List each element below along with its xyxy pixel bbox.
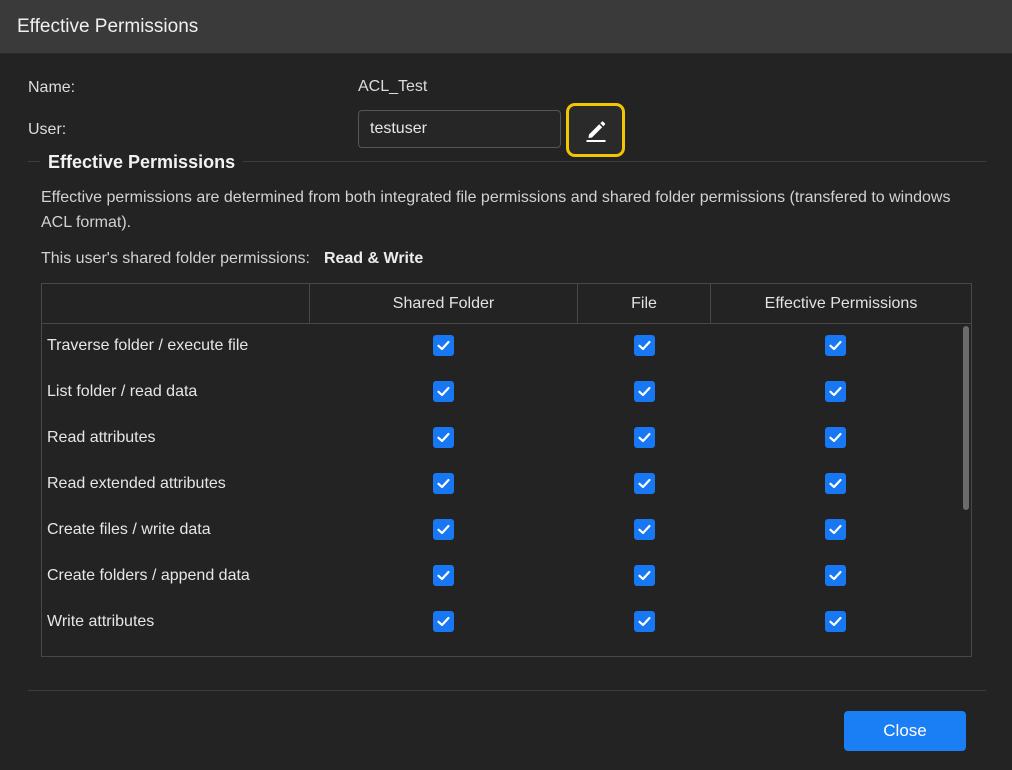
checkmark-icon: [637, 384, 652, 399]
header-shared-folder: Shared Folder: [309, 284, 577, 323]
shared-folder-permissions: This user's shared folder permissions: Re…: [41, 250, 423, 268]
file-checkbox[interactable]: [634, 427, 655, 448]
effective-checkbox[interactable]: [825, 611, 846, 632]
permissions-description: Effective permissions are determined fro…: [41, 189, 951, 231]
permission-label: Write attributes: [47, 613, 155, 630]
permissions-table: Shared Folder File Effective Permissions…: [41, 283, 972, 657]
header-effective-permissions: Effective Permissions: [710, 284, 971, 323]
shared-folder-checkbox[interactable]: [433, 565, 454, 586]
table-row: Traverse folder / execute file: [42, 324, 960, 370]
title-bar: Effective Permissions: [0, 0, 1012, 54]
checkmark-icon: [436, 476, 451, 491]
file-checkbox[interactable]: [634, 519, 655, 540]
section-title: Effective Permissions: [40, 152, 244, 173]
checkmark-icon: [436, 522, 451, 537]
checkmark-icon: [637, 476, 652, 491]
pencil-icon: [586, 121, 605, 142]
footer-divider: [28, 690, 986, 691]
checkmark-icon: [828, 430, 843, 445]
shared-folder-checkbox[interactable]: [433, 473, 454, 494]
file-checkbox[interactable]: [634, 473, 655, 494]
table-scrollbar[interactable]: [961, 324, 971, 656]
close-button[interactable]: Close: [844, 711, 966, 751]
file-checkbox[interactable]: [634, 335, 655, 356]
table-row: List folder / read data: [42, 370, 960, 416]
shared-perm-label: This user's shared folder permissions:: [41, 250, 310, 267]
file-checkbox[interactable]: [634, 381, 655, 402]
checkmark-icon: [828, 614, 843, 629]
shared-folder-checkbox[interactable]: [433, 335, 454, 356]
shared-folder-checkbox[interactable]: [433, 427, 454, 448]
header-blank: [42, 284, 309, 323]
edit-user-button[interactable]: [566, 103, 625, 157]
header-file: File: [577, 284, 710, 323]
table-row: Read attributes: [42, 416, 960, 462]
permission-label: Create files / write data: [47, 521, 211, 538]
checkmark-icon: [637, 522, 652, 537]
effective-checkbox[interactable]: [825, 519, 846, 540]
checkmark-icon: [637, 568, 652, 583]
permission-label: Create folders / append data: [47, 567, 250, 584]
user-label: User:: [28, 121, 67, 138]
shared-folder-checkbox[interactable]: [433, 519, 454, 540]
checkmark-icon: [637, 338, 652, 353]
table-row: Create folders / append data: [42, 554, 960, 600]
checkmark-icon: [828, 476, 843, 491]
file-checkbox[interactable]: [634, 565, 655, 586]
table-row: Write attributes: [42, 600, 960, 646]
checkmark-icon: [828, 384, 843, 399]
checkmark-icon: [436, 384, 451, 399]
checkmark-icon: [637, 430, 652, 445]
shared-perm-value: Read & Write: [323, 250, 424, 267]
checkmark-icon: [436, 614, 451, 629]
checkmark-icon: [436, 568, 451, 583]
checkmark-icon: [828, 568, 843, 583]
checkmark-icon: [828, 338, 843, 353]
effective-checkbox[interactable]: [825, 565, 846, 586]
checkmark-icon: [436, 338, 451, 353]
checkmark-icon: [828, 522, 843, 537]
shared-folder-checkbox[interactable]: [433, 381, 454, 402]
effective-checkbox[interactable]: [825, 335, 846, 356]
permission-label: List folder / read data: [47, 383, 198, 400]
checkmark-icon: [637, 614, 652, 629]
scrollbar-thumb[interactable]: [963, 326, 969, 510]
name-value: ACL_Test: [358, 78, 428, 95]
effective-checkbox[interactable]: [825, 473, 846, 494]
table-row: Read extended attributes: [42, 462, 960, 508]
shared-folder-checkbox[interactable]: [433, 611, 454, 632]
name-label: Name:: [28, 79, 76, 96]
table-header: Shared Folder File Effective Permissions: [42, 284, 971, 324]
effective-checkbox[interactable]: [825, 381, 846, 402]
dialog-title: Effective Permissions: [17, 16, 199, 37]
table-row: Create files / write data: [42, 508, 960, 554]
permission-label: Read extended attributes: [47, 475, 226, 492]
effective-permissions-dialog: Effective Permissions Name: ACL_Test Use…: [0, 0, 1012, 770]
permission-label: Read attributes: [47, 429, 156, 446]
file-checkbox[interactable]: [634, 611, 655, 632]
checkmark-icon: [436, 430, 451, 445]
effective-checkbox[interactable]: [825, 427, 846, 448]
user-input[interactable]: [358, 110, 561, 148]
permission-label: Traverse folder / execute file: [47, 337, 249, 354]
